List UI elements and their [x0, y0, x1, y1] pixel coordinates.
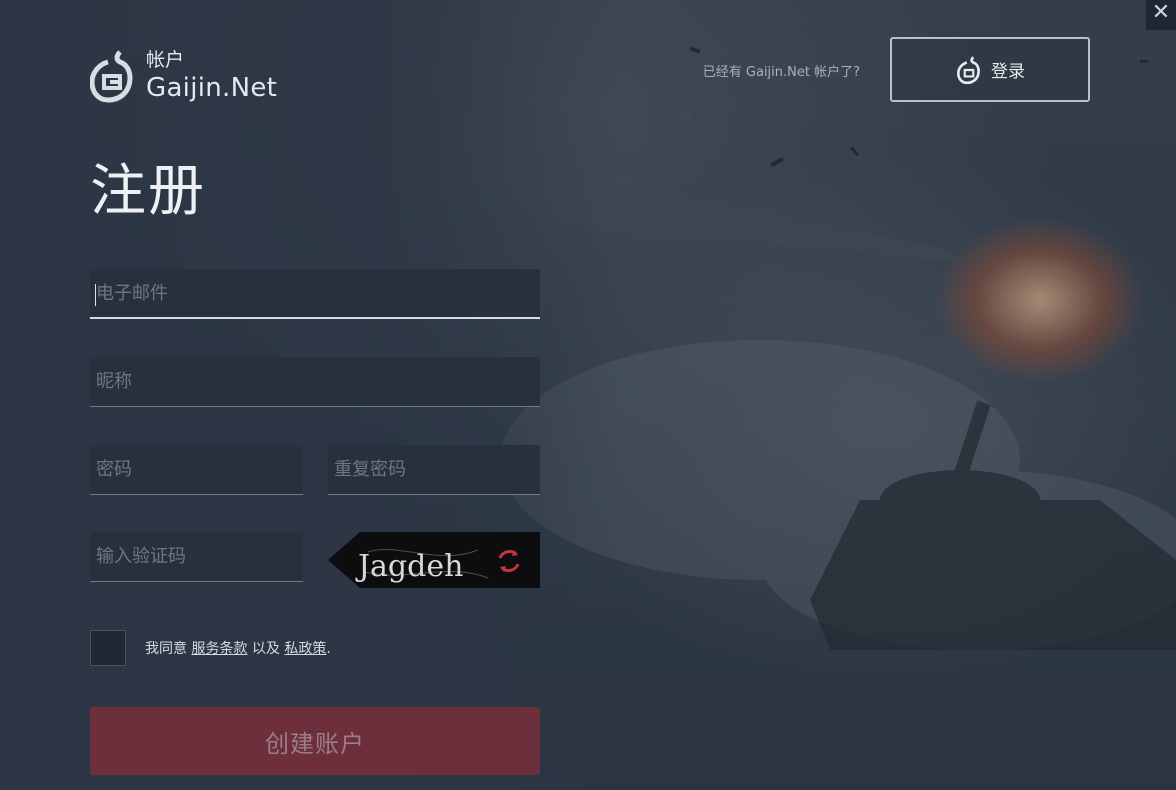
nickname-field-wrapper	[90, 357, 540, 407]
logo-subtitle: 帐户	[146, 49, 185, 71]
refresh-captcha-icon[interactable]	[494, 546, 524, 576]
create-account-button[interactable]: 创建账户	[90, 707, 540, 775]
login-button-label: 登录	[991, 62, 1025, 82]
login-button[interactable]: 登录	[890, 37, 1090, 102]
email-field-wrapper	[90, 269, 540, 319]
password-field[interactable]	[90, 445, 303, 494]
nickname-field[interactable]	[90, 357, 540, 406]
page-title: 注册	[90, 159, 206, 224]
agree-prefix: 我同意	[145, 641, 187, 657]
repeat-password-field[interactable]	[328, 445, 540, 494]
text-caret	[95, 284, 96, 306]
have-account-text: 已经有 Gaijin.Net 帐户了?	[702, 65, 860, 80]
and-text: 以及	[251, 641, 280, 657]
close-icon[interactable]: ✕	[1146, 0, 1176, 30]
agree-checkbox[interactable]	[90, 630, 126, 666]
captcha-field-wrapper	[90, 532, 303, 582]
agree-suffix: .	[326, 641, 331, 657]
repeat-password-field-wrapper	[328, 445, 540, 495]
privacy-link[interactable]: 私政策	[284, 641, 326, 657]
gaijin-logo: 帐户 Gaijin.Net	[90, 46, 277, 106]
captcha-field[interactable]	[90, 532, 303, 581]
email-field[interactable]	[90, 269, 540, 317]
password-field-wrapper	[90, 445, 303, 495]
agree-text: 我同意 服务条款 以及 私政策.	[145, 638, 331, 658]
logo-name: Gaijin.Net	[146, 73, 278, 103]
terms-link[interactable]: 服务条款	[191, 641, 247, 657]
captcha-text: Jagdeh	[355, 549, 463, 584]
gaijin-logo-icon	[90, 50, 133, 103]
gaijin-logo-icon	[956, 55, 980, 84]
